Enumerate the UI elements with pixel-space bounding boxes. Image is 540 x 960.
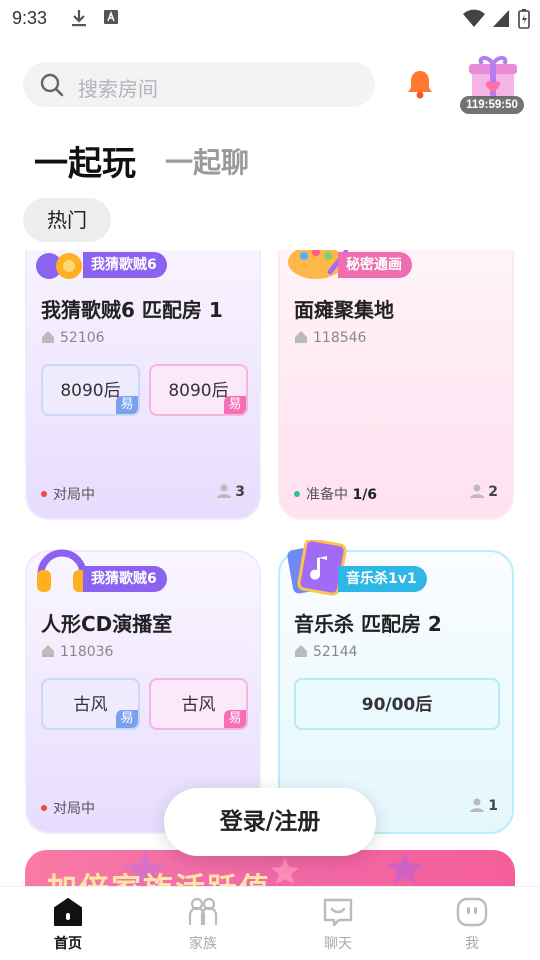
room-pill: 8090后 易 bbox=[149, 364, 248, 416]
player-count: 3 bbox=[217, 484, 245, 500]
status-text: 对局中 bbox=[53, 487, 95, 503]
status-text: 准备中 bbox=[306, 487, 348, 503]
room-title: 人形CD演播室 bbox=[41, 612, 173, 636]
tab-chat-together[interactable]: 一起聊 bbox=[165, 141, 249, 181]
difficulty-badge: 易 bbox=[224, 396, 246, 414]
pill-text: 古风 bbox=[73, 695, 108, 715]
room-pill: 古风 易 bbox=[41, 678, 140, 730]
font-icon bbox=[104, 10, 118, 24]
room-id-value: 118036 bbox=[60, 644, 114, 660]
tab-family[interactable]: 家族 bbox=[163, 897, 243, 953]
status-bar: 9:33 bbox=[0, 0, 540, 36]
status-dot bbox=[41, 491, 47, 497]
room-status: 对局中 bbox=[41, 798, 95, 818]
room-id: 52106 bbox=[41, 330, 105, 346]
room-id-value: 52106 bbox=[60, 330, 105, 346]
player-count: 1 bbox=[470, 798, 498, 814]
status-dot bbox=[41, 805, 47, 811]
player-ratio: 1/6 bbox=[352, 487, 378, 503]
family-icon bbox=[188, 897, 218, 925]
tab-play-together[interactable]: 一起玩 bbox=[34, 136, 136, 185]
difficulty-badge: 易 bbox=[116, 710, 138, 728]
user-icon bbox=[470, 484, 485, 498]
gift-timer: 119:59:50 bbox=[460, 96, 524, 114]
player-count: 2 bbox=[470, 484, 498, 500]
pill-text: 8090后 bbox=[60, 381, 121, 401]
bottom-tab-bar: 首页 家族 聊天 我 bbox=[0, 886, 540, 960]
house-icon bbox=[295, 331, 307, 343]
banner-text: 加倍家族活跃值 bbox=[47, 864, 271, 886]
room-title: 面瘫聚集地 bbox=[294, 298, 394, 322]
game-tag: 我猜歌贼6 bbox=[83, 252, 167, 278]
room-id-value: 52144 bbox=[313, 644, 358, 660]
tab-me-label: 我 bbox=[465, 936, 479, 952]
room-pill: 古风 易 bbox=[149, 678, 248, 730]
room-card[interactable]: 秘密通画 面瘫聚集地 118546 准备中 1/6 2 bbox=[278, 250, 514, 520]
game-tag: 秘密通画 bbox=[338, 252, 412, 278]
tab-family-label: 家族 bbox=[189, 936, 217, 952]
wifi-icon bbox=[463, 9, 485, 27]
pill-text: 8090后 bbox=[168, 381, 229, 401]
login-register-button[interactable]: 登录/注册 bbox=[164, 788, 376, 856]
game-tag: 音乐杀1v1 bbox=[338, 566, 427, 592]
game-tag: 我猜歌贼6 bbox=[83, 566, 167, 592]
search-bar[interactable]: 搜索房间 bbox=[23, 62, 375, 107]
room-status: 准备中 1/6 bbox=[294, 484, 377, 504]
tab-me[interactable]: 我 bbox=[432, 897, 512, 953]
room-title: 音乐杀 匹配房 2 bbox=[294, 612, 442, 636]
room-title: 我猜歌贼6 匹配房 1 bbox=[41, 298, 223, 322]
room-pill: 8090后 易 bbox=[41, 364, 140, 416]
user-icon bbox=[217, 484, 232, 498]
room-id: 118036 bbox=[41, 644, 113, 660]
tab-chat-label: 聊天 bbox=[324, 936, 352, 952]
search-placeholder: 搜索房间 bbox=[78, 77, 158, 101]
bell-icon[interactable] bbox=[404, 68, 436, 100]
status-text: 对局中 bbox=[53, 801, 95, 817]
house-icon bbox=[295, 645, 307, 657]
difficulty-badge: 易 bbox=[116, 396, 138, 414]
battery-icon bbox=[518, 9, 530, 29]
house-icon bbox=[42, 331, 54, 343]
room-status: 对局中 bbox=[41, 484, 95, 504]
search-icon bbox=[40, 73, 64, 97]
download-icon bbox=[72, 10, 86, 27]
room-id-value: 118546 bbox=[313, 330, 367, 346]
room-id: 118546 bbox=[294, 330, 366, 346]
status-dot bbox=[294, 491, 300, 497]
me-icon bbox=[456, 897, 488, 927]
player-count-value: 2 bbox=[488, 484, 498, 500]
signal-icon bbox=[493, 10, 509, 27]
status-time: 9:33 bbox=[12, 8, 48, 28]
house-icon bbox=[42, 645, 54, 657]
headphones-icon bbox=[36, 253, 82, 279]
room-id: 52144 bbox=[294, 644, 358, 660]
tab-home[interactable]: 首页 bbox=[28, 897, 108, 953]
room-card[interactable]: 我猜歌贼6 我猜歌贼6 匹配房 1 52106 8090后 易 8090后 易 … bbox=[25, 250, 261, 520]
tab-home-label: 首页 bbox=[54, 936, 82, 952]
player-count-value: 1 bbox=[488, 798, 498, 814]
chat-icon bbox=[323, 898, 353, 927]
difficulty-badge: 易 bbox=[224, 710, 246, 728]
filter-chip-hot[interactable]: 热门 bbox=[23, 198, 111, 242]
gift-box[interactable]: 119:59:50 bbox=[460, 54, 524, 114]
room-pill: 90/00后 bbox=[294, 678, 500, 730]
user-icon bbox=[470, 798, 485, 812]
pill-text: 90/00后 bbox=[361, 695, 433, 715]
player-count-value: 3 bbox=[235, 484, 245, 500]
pill-text: 古风 bbox=[181, 695, 216, 715]
gift-icon bbox=[469, 56, 517, 98]
home-icon bbox=[54, 898, 82, 926]
tab-chat[interactable]: 聊天 bbox=[298, 897, 378, 953]
